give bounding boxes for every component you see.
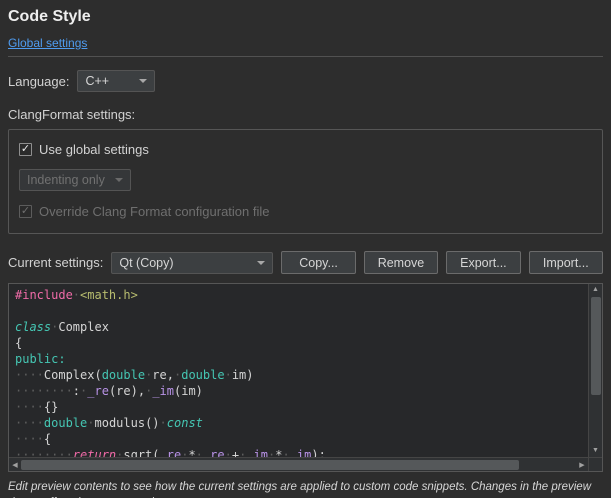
copy-button[interactable]: Copy... <box>281 251 355 274</box>
current-settings-row: Current settings: Qt (Copy) Copy... Remo… <box>8 251 603 274</box>
chevron-down-icon <box>257 261 265 265</box>
override-clangformat-label: Override Clang Format configuration file <box>39 204 270 219</box>
editor-body: #include·<math.h> class·Complex{public:·… <box>9 284 602 457</box>
checkbox-checked-icon[interactable]: ✓ <box>19 205 32 218</box>
global-settings-row: Global settings <box>8 35 603 50</box>
scroll-left-arrow-icon[interactable]: ◀ <box>9 461 21 469</box>
indenting-mode-value: Indenting only <box>27 173 105 187</box>
footer-hint-text: Edit preview contents to see how the cur… <box>8 479 603 498</box>
divider <box>8 56 603 57</box>
horizontal-scrollbar-row: ◀ ▶ <box>9 457 602 471</box>
scroll-up-arrow-icon[interactable]: ▲ <box>589 284 602 296</box>
chevron-down-icon <box>115 178 123 182</box>
override-clangformat-row[interactable]: ✓ Override Clang Format configuration fi… <box>19 204 592 219</box>
code-preview-editor: #include·<math.h> class·Complex{public:·… <box>8 283 603 472</box>
language-row: Language: C++ <box>8 70 603 92</box>
horizontal-scrollbar-thumb[interactable] <box>21 460 519 470</box>
chevron-down-icon <box>139 79 147 83</box>
horizontal-scrollbar[interactable]: ◀ ▶ <box>9 458 588 471</box>
export-button[interactable]: Export... <box>446 251 520 274</box>
language-label: Language: <box>8 74 69 89</box>
use-global-settings-label: Use global settings <box>39 142 149 157</box>
vertical-scrollbar-thumb[interactable] <box>591 297 601 395</box>
use-global-settings-row[interactable]: ✓ Use global settings <box>19 142 592 157</box>
global-settings-link[interactable]: Global settings <box>8 36 87 50</box>
code-style-panel: Code Style Global settings Language: C++… <box>0 0 611 498</box>
current-settings-dropdown[interactable]: Qt (Copy) <box>111 252 273 274</box>
code-area[interactable]: #include·<math.h> class·Complex{public:·… <box>9 284 588 457</box>
scroll-right-arrow-icon[interactable]: ▶ <box>576 461 588 469</box>
clangformat-groupbox: ✓ Use global settings Indenting only ✓ O… <box>8 129 603 234</box>
page-title: Code Style <box>8 8 603 26</box>
current-settings-value: Qt (Copy) <box>119 256 173 270</box>
import-button[interactable]: Import... <box>529 251 603 274</box>
language-dropdown-value: C++ <box>85 74 109 88</box>
indenting-mode-dropdown[interactable]: Indenting only <box>19 169 131 191</box>
checkbox-checked-icon[interactable]: ✓ <box>19 143 32 156</box>
language-dropdown[interactable]: C++ <box>77 70 155 92</box>
vertical-scrollbar[interactable]: ▲ ▼ <box>588 284 602 457</box>
scroll-down-arrow-icon[interactable]: ▼ <box>589 445 602 457</box>
remove-button[interactable]: Remove <box>364 251 438 274</box>
scrollbar-corner <box>588 458 602 471</box>
current-settings-label: Current settings: <box>8 255 103 270</box>
clangformat-section-label: ClangFormat settings: <box>8 107 603 122</box>
